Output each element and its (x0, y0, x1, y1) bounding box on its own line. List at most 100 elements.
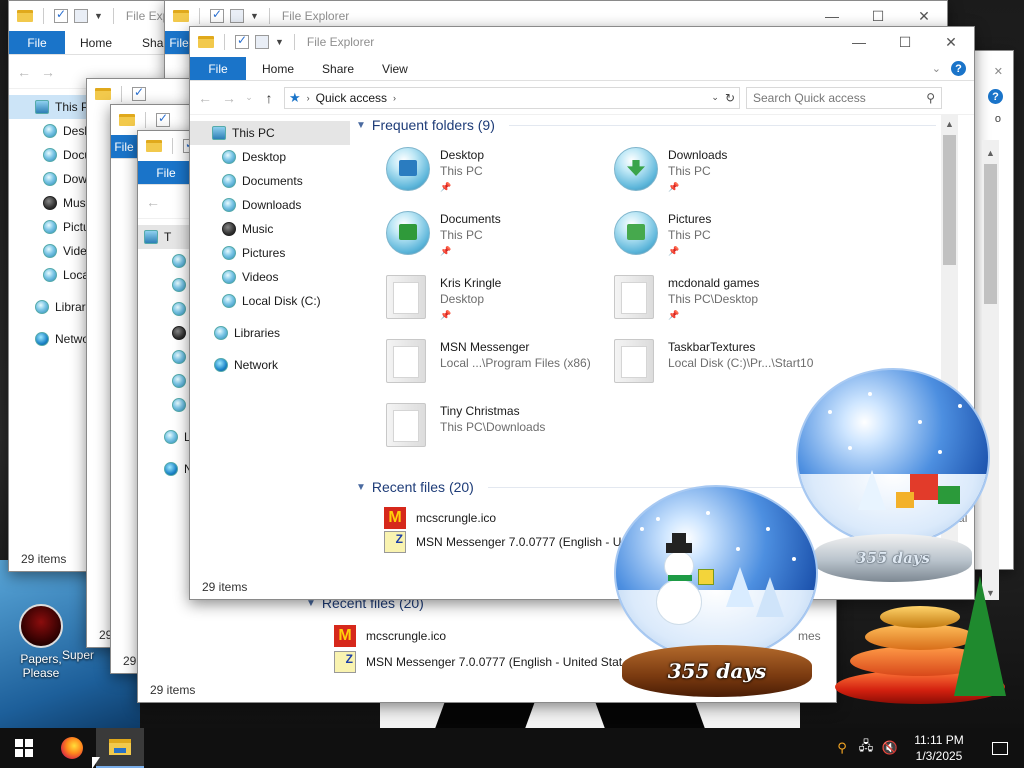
desktop-icon-papers-please[interactable]: Papers, Please (2, 604, 80, 680)
tab-file[interactable]: File (9, 31, 65, 54)
title-bar[interactable]: ▼ File Explorer — ☐ ✕ (190, 27, 974, 57)
properties-icon[interactable] (210, 7, 224, 23)
tab-file[interactable]: File (138, 161, 194, 184)
recent-file-row[interactable]: M mcscrungle.ico (384, 507, 496, 529)
frequent-folder-tile[interactable]: Downloads This PC 📌 (614, 147, 727, 195)
new-folder-icon[interactable] (255, 35, 269, 49)
frequent-folder-tile[interactable]: Documents This PC 📌 (386, 211, 501, 259)
breadcrumb[interactable]: Quick access (316, 91, 387, 105)
taskbar-file-explorer[interactable] (96, 728, 144, 768)
tab-view[interactable]: View (368, 57, 422, 80)
expand-ribbon-icon[interactable]: ⌄ (932, 62, 941, 75)
libraries-icon (214, 326, 228, 340)
address-bar[interactable]: ★ › Quick access › ⌄ ↻ (284, 86, 740, 109)
desktop: Papers, Please Super ▼ File Explo File H… (0, 0, 1024, 728)
network-status-icon[interactable]: 🖧 (854, 728, 878, 768)
frequent-folder-tile[interactable]: Tiny Christmas This PC\Downloads (386, 403, 545, 447)
scrollbar-thumb[interactable] (943, 135, 956, 265)
frequent-folders-header[interactable]: ▼ Frequent folders (9) (356, 117, 936, 133)
search-input[interactable]: Search Quick access ⚲ (746, 86, 942, 109)
recent-file-row[interactable]: M mcscrungle.ico (334, 625, 446, 647)
forward-button[interactable]: → (39, 64, 57, 80)
properties-icon[interactable] (156, 111, 170, 127)
up-button[interactable]: ↑ (260, 90, 278, 106)
tab-file[interactable]: File (190, 57, 246, 80)
help-icon[interactable]: ? (951, 61, 966, 76)
scroll-up-icon[interactable]: ▲ (941, 115, 958, 132)
forward-button[interactable]: → (220, 90, 238, 106)
maximize-button[interactable]: ☐ (882, 27, 928, 57)
zip-icon: Z (384, 531, 406, 553)
frequent-folder-tile[interactable]: mcdonald games This PC\Desktop 📌 (614, 275, 759, 323)
recent-file-row[interactable]: Z MSN Messenger 7.0.0777 (English - Unit… (334, 651, 632, 673)
folder-icon (614, 339, 654, 383)
music-icon (172, 326, 186, 340)
mcdonalds-icon: M (334, 625, 356, 647)
pin-icon: 📌 (668, 246, 680, 256)
taskbar: ⚲ 🖧 🔇 11:11 PM 1/3/2025 (0, 728, 1024, 768)
tab-home[interactable]: Home (246, 57, 308, 80)
nav-network[interactable]: Network (190, 353, 350, 377)
nav-libraries[interactable]: Libraries (190, 321, 350, 345)
start-button[interactable] (0, 728, 48, 768)
new-folder-icon[interactable] (74, 9, 88, 23)
folder-icon (146, 140, 162, 152)
videos-icon (43, 244, 57, 258)
tab-file[interactable]: File (111, 135, 137, 158)
back-button[interactable]: ← (15, 64, 33, 80)
folder-icon (198, 36, 214, 48)
frequent-folder-tile[interactable]: Pictures This PC 📌 (614, 211, 711, 259)
scrollbar-thumb[interactable] (984, 164, 997, 304)
network-icon (164, 462, 178, 476)
frequent-folder-tile[interactable]: Kris Kringle Desktop 📌 (386, 275, 501, 323)
back-button[interactable]: ← (144, 194, 162, 210)
nav-pictures[interactable]: Pictures (190, 241, 350, 265)
tab-home[interactable]: Home (65, 31, 127, 54)
breadcrumb-separator-icon: › (306, 92, 310, 103)
address-dropdown-icon[interactable]: ⌄ (711, 92, 719, 103)
recent-locations-icon[interactable]: ⌄ (244, 92, 254, 103)
help-icon[interactable]: ? (988, 89, 1003, 104)
recent-file-row[interactable]: Z MSN Messenger 7.0.0777 (English - Uni (384, 531, 631, 553)
frequent-folder-tile[interactable]: Desktop This PC 📌 (386, 147, 484, 195)
tab-share[interactable]: Share (308, 57, 368, 80)
frequent-folder-tile[interactable]: MSN Messenger Local ...\Program Files (x8… (386, 339, 591, 383)
folder-icon (173, 10, 189, 22)
folder-path: This PC\Downloads (440, 420, 546, 434)
nav-documents[interactable]: Documents (190, 169, 350, 193)
close-button[interactable]: ✕ (928, 27, 974, 57)
window-title: File Explorer (281, 9, 350, 23)
nav-local-disk[interactable]: Local Disk (C:) (190, 289, 350, 313)
nav-music[interactable]: Music (190, 217, 350, 241)
frequent-folder-tile[interactable]: TaskbarTextures Local Disk (C:)\Pr...\Sta… (614, 339, 813, 383)
action-center-button[interactable] (976, 741, 1024, 755)
properties-icon[interactable] (54, 7, 68, 23)
customize-toolbar-icon[interactable]: ▼ (275, 37, 284, 47)
properties-icon[interactable] (235, 33, 249, 49)
customize-toolbar-icon[interactable]: ▼ (250, 11, 259, 21)
new-folder-icon[interactable] (230, 9, 244, 23)
nav-label: Librar (55, 300, 86, 314)
nav-label: Desktop (242, 150, 287, 164)
close-icon[interactable]: ✕ (994, 65, 1003, 89)
chevron-down-icon: ▼ (356, 119, 366, 131)
nav-videos[interactable]: Videos (190, 265, 350, 289)
search-icon[interactable]: ⚲ (830, 728, 854, 768)
scroll-up-icon[interactable]: ▲ (982, 144, 999, 161)
folder-path: This PC (668, 228, 711, 242)
minimize-button[interactable]: — (836, 27, 882, 57)
nav-downloads[interactable]: Downloads (190, 193, 350, 217)
refresh-icon[interactable]: ↻ (725, 91, 735, 105)
system-tray: ⚲ 🖧 🔇 11:11 PM 1/3/2025 (830, 728, 1024, 768)
properties-icon[interactable] (132, 85, 146, 101)
customize-toolbar-icon[interactable]: ▼ (94, 11, 103, 21)
nav-desktop[interactable]: Desktop (190, 145, 350, 169)
nav-label: This PC (232, 126, 275, 140)
clock[interactable]: 11:11 PM 1/3/2025 (902, 732, 976, 764)
volume-muted-icon[interactable]: 🔇 (878, 728, 902, 768)
taskbar-firefox[interactable] (48, 728, 96, 768)
nav-label: Videos (242, 270, 279, 284)
nav-this-pc[interactable]: This PC (190, 121, 350, 145)
section-title: Frequent folders (9) (371, 117, 495, 133)
back-button[interactable]: ← (196, 90, 214, 106)
